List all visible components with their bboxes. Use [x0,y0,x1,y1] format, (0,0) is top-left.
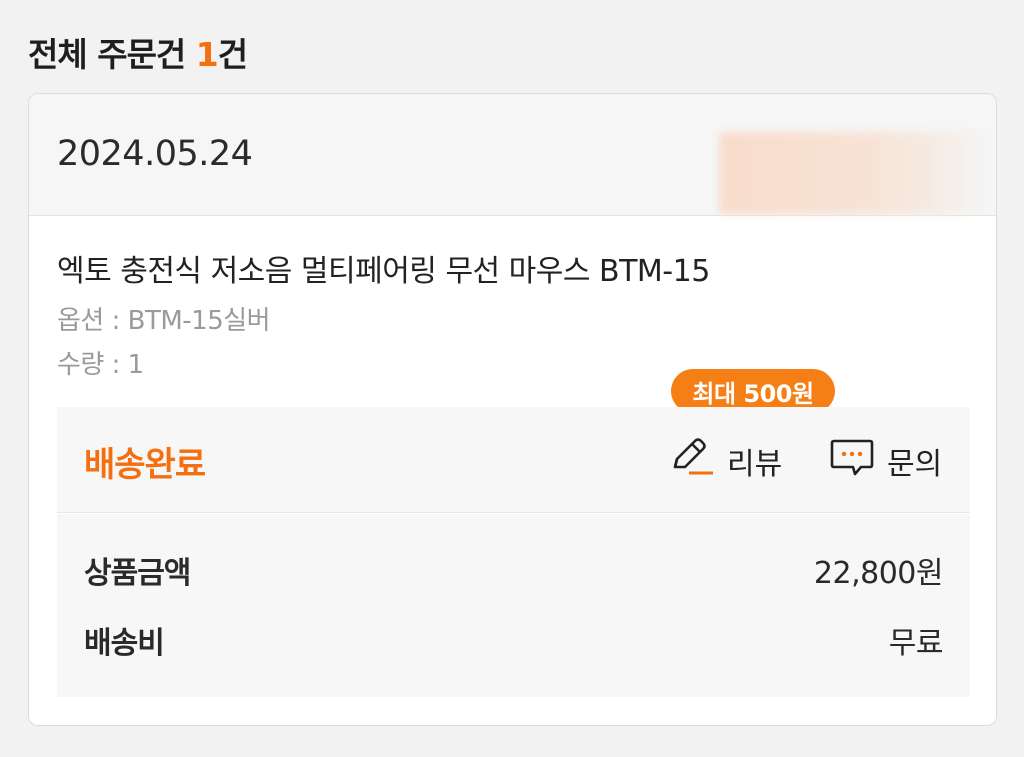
product-option: 옵션 : BTM-15실버 [57,306,271,336]
redacted-area [719,132,989,214]
chat-bubble-icon [829,437,875,485]
order-count-heading: 전체 주문건 1건 [28,28,248,76]
product-name[interactable]: 엑토 충전식 저소음 멀티페어링 무선 마우스 BTM-15 [57,246,710,290]
product-amount-label: 상품금액 [84,556,191,591]
product-quantity: 수량 : 1 [57,350,144,380]
heading-suffix: 건 [217,35,248,74]
price-summary: 상품금액 22,800원 배송비 무료 [57,514,970,697]
review-button[interactable]: 리뷰 [669,438,783,482]
product-amount-value: 22,800원 [813,556,944,591]
order-card-header: 2024.05.24 [29,94,996,216]
delivery-status: 배송완료 [84,445,206,485]
delivery-status-bar: 배송완료 리뷰 문의 [57,407,970,513]
order-count: 1 [195,35,219,74]
order-date: 2024.05.24 [57,134,253,174]
order-card: 2024.05.24 엑토 충전식 저소음 멀티페어링 무선 마우스 BTM-1… [28,93,997,726]
inquiry-button[interactable]: 문의 [829,439,943,482]
product-amount-row: 상품금액 22,800원 [84,548,944,592]
heading-prefix: 전체 주문건 [28,35,196,74]
shipping-fee-label: 배송비 [84,626,165,661]
shipping-fee-row: 배송비 무료 [84,618,944,662]
review-label: 리뷰 [727,447,783,482]
pencil-icon [669,437,715,485]
shipping-fee-value: 무료 [888,626,944,661]
inquiry-label: 문의 [887,447,943,482]
